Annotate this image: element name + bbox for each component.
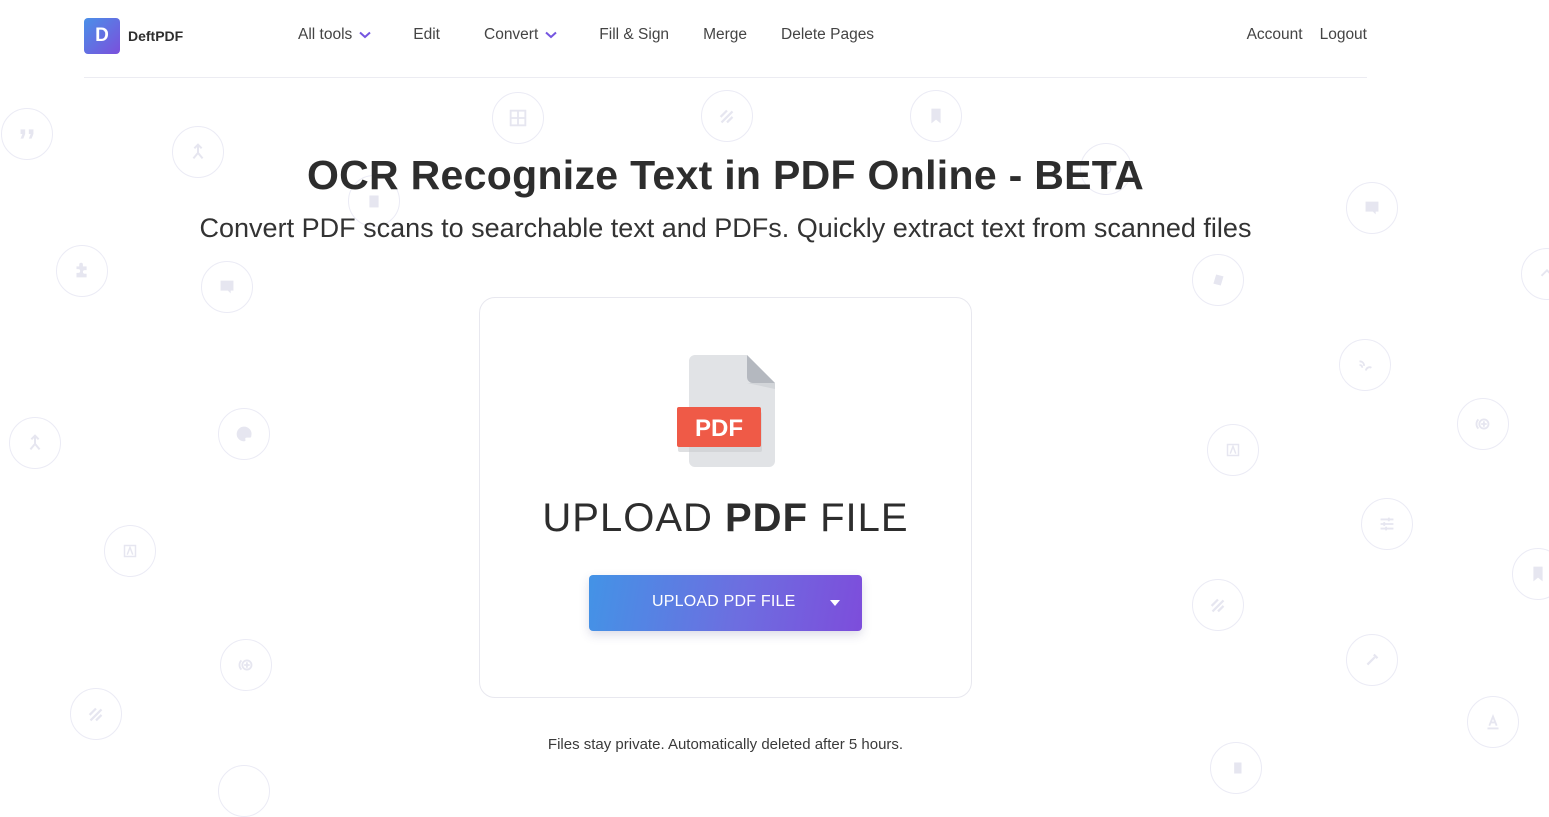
upload-heading: UPLOAD PDF FILE bbox=[480, 496, 971, 541]
nav-all-tools[interactable]: All tools bbox=[298, 26, 371, 44]
page-subtitle: Convert PDF scans to searchable text and… bbox=[199, 213, 1252, 243]
main-nav: All tools Edit Convert Fill & Sign Merge… bbox=[298, 26, 874, 44]
partial-decor-icon bbox=[218, 765, 270, 817]
chevron-down-icon bbox=[545, 31, 557, 39]
grid-icon bbox=[492, 92, 544, 144]
sliders-icon bbox=[1361, 498, 1413, 550]
comment-add-icon bbox=[201, 261, 253, 313]
nav-convert[interactable]: Convert bbox=[484, 26, 557, 44]
account-link[interactable]: Account bbox=[1247, 26, 1303, 44]
nav-delete-pages[interactable]: Delete Pages bbox=[781, 26, 874, 44]
privacy-note: Files stay private. Automatically delete… bbox=[547, 736, 904, 753]
upload-pdf-button[interactable]: UPLOAD PDF FILE bbox=[589, 575, 862, 631]
stripes-icon bbox=[701, 90, 753, 142]
logo-badge: D bbox=[84, 18, 120, 54]
upload-button-label: UPLOAD PDF FILE bbox=[652, 593, 796, 610]
nav-edit-label: Edit bbox=[413, 26, 440, 43]
merge-icon bbox=[9, 417, 61, 469]
bookmark-icon bbox=[1512, 548, 1549, 600]
nav-fill-sign-label: Fill & Sign bbox=[599, 26, 670, 43]
nav-convert-label: Convert bbox=[484, 26, 539, 43]
page-title: OCR Recognize Text in PDF Online - BETA bbox=[306, 152, 1145, 198]
add-circle-icon bbox=[1457, 398, 1509, 450]
upload-dropzone[interactable]: PDF UPLOAD PDF FILE UPLOAD PDF FILE bbox=[479, 297, 972, 698]
upload-heading-pre: UPLOAD bbox=[542, 496, 725, 540]
text-underline-icon bbox=[1467, 696, 1519, 748]
stripes-icon bbox=[1192, 579, 1244, 631]
pdf-file-icon: PDF bbox=[677, 355, 775, 467]
logo-text: DeftPDF bbox=[128, 28, 184, 44]
signal-icon bbox=[1339, 339, 1391, 391]
nav-fill-sign[interactable]: Fill & Sign bbox=[599, 26, 669, 44]
logo[interactable]: D DeftPDF bbox=[84, 18, 183, 54]
cards-icon bbox=[1192, 254, 1244, 306]
add-circle-icon bbox=[220, 639, 272, 691]
eyedropper-icon bbox=[1346, 634, 1398, 686]
nav-all-tools-label: All tools bbox=[298, 26, 353, 43]
expand-icon bbox=[1521, 248, 1549, 300]
palette-icon bbox=[218, 408, 270, 460]
nav-merge-label: Merge bbox=[703, 26, 747, 43]
nav-edit[interactable]: Edit bbox=[413, 26, 440, 44]
stripes-icon bbox=[70, 688, 122, 740]
chevron-down-icon bbox=[359, 31, 371, 39]
logout-link[interactable]: Logout bbox=[1320, 26, 1367, 44]
bookmark-icon bbox=[910, 90, 962, 142]
nav-delete-pages-label: Delete Pages bbox=[781, 26, 875, 43]
text-box-icon bbox=[1207, 424, 1259, 476]
text-box-icon bbox=[104, 525, 156, 577]
upload-heading-bold: PDF bbox=[725, 496, 808, 540]
site-header: D DeftPDF All tools Edit Convert Fill & … bbox=[84, 0, 1367, 78]
puzzle-icon bbox=[56, 245, 108, 297]
caret-down-icon[interactable] bbox=[830, 600, 840, 606]
nav-merge[interactable]: Merge bbox=[703, 26, 747, 44]
account-nav: Account Logout bbox=[1230, 26, 1367, 44]
upload-heading-post: FILE bbox=[808, 496, 909, 540]
pdf-badge-text: PDF bbox=[695, 415, 743, 442]
